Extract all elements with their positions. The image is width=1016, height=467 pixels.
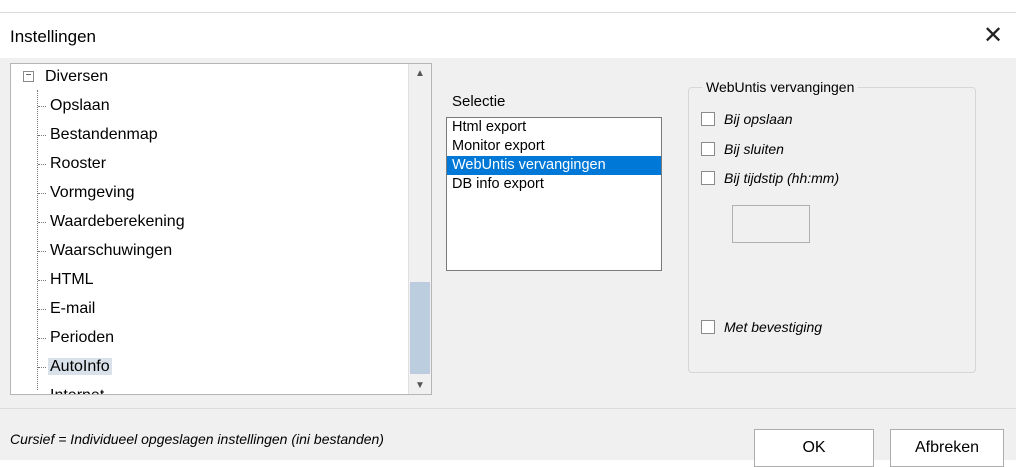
tree-item-label: Rooster (50, 155, 107, 172)
tree-item-perioden[interactable]: Perioden (48, 325, 116, 351)
met-bevestiging-option[interactable]: Met bevestiging (701, 319, 822, 335)
ok-button[interactable]: OK (754, 429, 874, 467)
tree-item-internet[interactable]: Internet (48, 383, 106, 394)
settings-dialog: Instellingen ✕ − Diversen Opslaan Bestan… (0, 12, 1016, 467)
met-bevestiging-label: Met bevestiging (724, 319, 823, 335)
tree-item-label: Perioden (50, 329, 115, 346)
title-bar: Instellingen ✕ (0, 13, 1016, 58)
close-icon[interactable]: ✕ (970, 13, 1016, 58)
dialog-title: Instellingen (10, 27, 97, 46)
bij-tijdstip-checkbox[interactable] (701, 171, 715, 185)
tree-item-vormgeving[interactable]: Vormgeving (48, 180, 137, 206)
collapse-icon[interactable]: − (23, 71, 34, 82)
selectie-item-db-info-export[interactable]: DB info export (447, 175, 661, 194)
tree-scrollbar[interactable]: ▲ ▼ (408, 64, 431, 394)
tree-item-label: Bestandenmap (50, 126, 158, 143)
tree-item-label: E-mail (50, 300, 96, 317)
tree-item-email[interactable]: E-mail (48, 296, 97, 322)
tree-item-label: Waarschuwingen (50, 242, 173, 259)
bij-opslaan-option[interactable]: Bij opslaan (701, 111, 793, 127)
scroll-up-icon[interactable]: ▲ (409, 64, 431, 82)
selectie-item-monitor-export[interactable]: Monitor export (447, 137, 661, 156)
tree-item-html[interactable]: HTML (48, 267, 96, 293)
tree-item-label: HTML (50, 271, 94, 288)
tree-item-label: Diversen (45, 68, 109, 85)
tree-item-label: AutoInfo (48, 358, 112, 375)
bij-sluiten-checkbox[interactable] (701, 142, 715, 156)
scroll-down-icon[interactable]: ▼ (409, 376, 431, 394)
selectie-item-html-export[interactable]: Html export (447, 118, 661, 137)
selectie-listbox[interactable]: Html export Monitor export WebUntis verv… (446, 117, 662, 271)
bij-tijdstip-label: Bij tijdstip (hh:mm) (724, 170, 840, 186)
tree-item-label: Internet (48, 387, 106, 394)
tree-item-label: Opslaan (50, 97, 110, 114)
bij-sluiten-option[interactable]: Bij sluiten (701, 141, 784, 157)
tree-item-waardeberekening[interactable]: Waardeberekening (48, 209, 187, 235)
selectie-item-webuntis[interactable]: WebUntis vervangingen (447, 156, 661, 175)
tree-item-opslaan[interactable]: Opslaan (48, 93, 112, 119)
tree-item-waarschuwingen[interactable]: Waarschuwingen (48, 238, 174, 264)
tree-item-bestandenmap[interactable]: Bestandenmap (48, 122, 160, 148)
met-bevestiging-checkbox[interactable] (701, 320, 715, 334)
tree-item-label: Waardeberekening (50, 213, 185, 230)
scrollbar-track[interactable] (410, 82, 430, 282)
tree-item-rooster[interactable]: Rooster (48, 151, 108, 177)
tree-item-autoinfo[interactable]: AutoInfo (48, 354, 112, 380)
bij-opslaan-label: Bij opslaan (724, 111, 793, 127)
webuntis-group-title: WebUntis vervangingen (702, 79, 859, 95)
bij-sluiten-label: Bij sluiten (724, 141, 784, 157)
bij-opslaan-checkbox[interactable] (701, 112, 715, 126)
cancel-button[interactable]: Afbreken (890, 429, 1004, 467)
settings-tree[interactable]: − Diversen Opslaan Bestandenmap Rooster … (10, 63, 432, 395)
scrollbar-thumb[interactable] (410, 282, 430, 374)
selectie-label: Selectie (452, 93, 506, 110)
tree-item-diversen[interactable]: Diversen (43, 64, 110, 90)
footer-divider (0, 408, 1016, 409)
tijdstip-input[interactable] (732, 205, 810, 243)
bij-tijdstip-option[interactable]: Bij tijdstip (hh:mm) (701, 170, 839, 186)
footer-note: Cursief = Individueel opgeslagen instell… (10, 431, 384, 447)
tree-item-label: Vormgeving (50, 184, 135, 201)
